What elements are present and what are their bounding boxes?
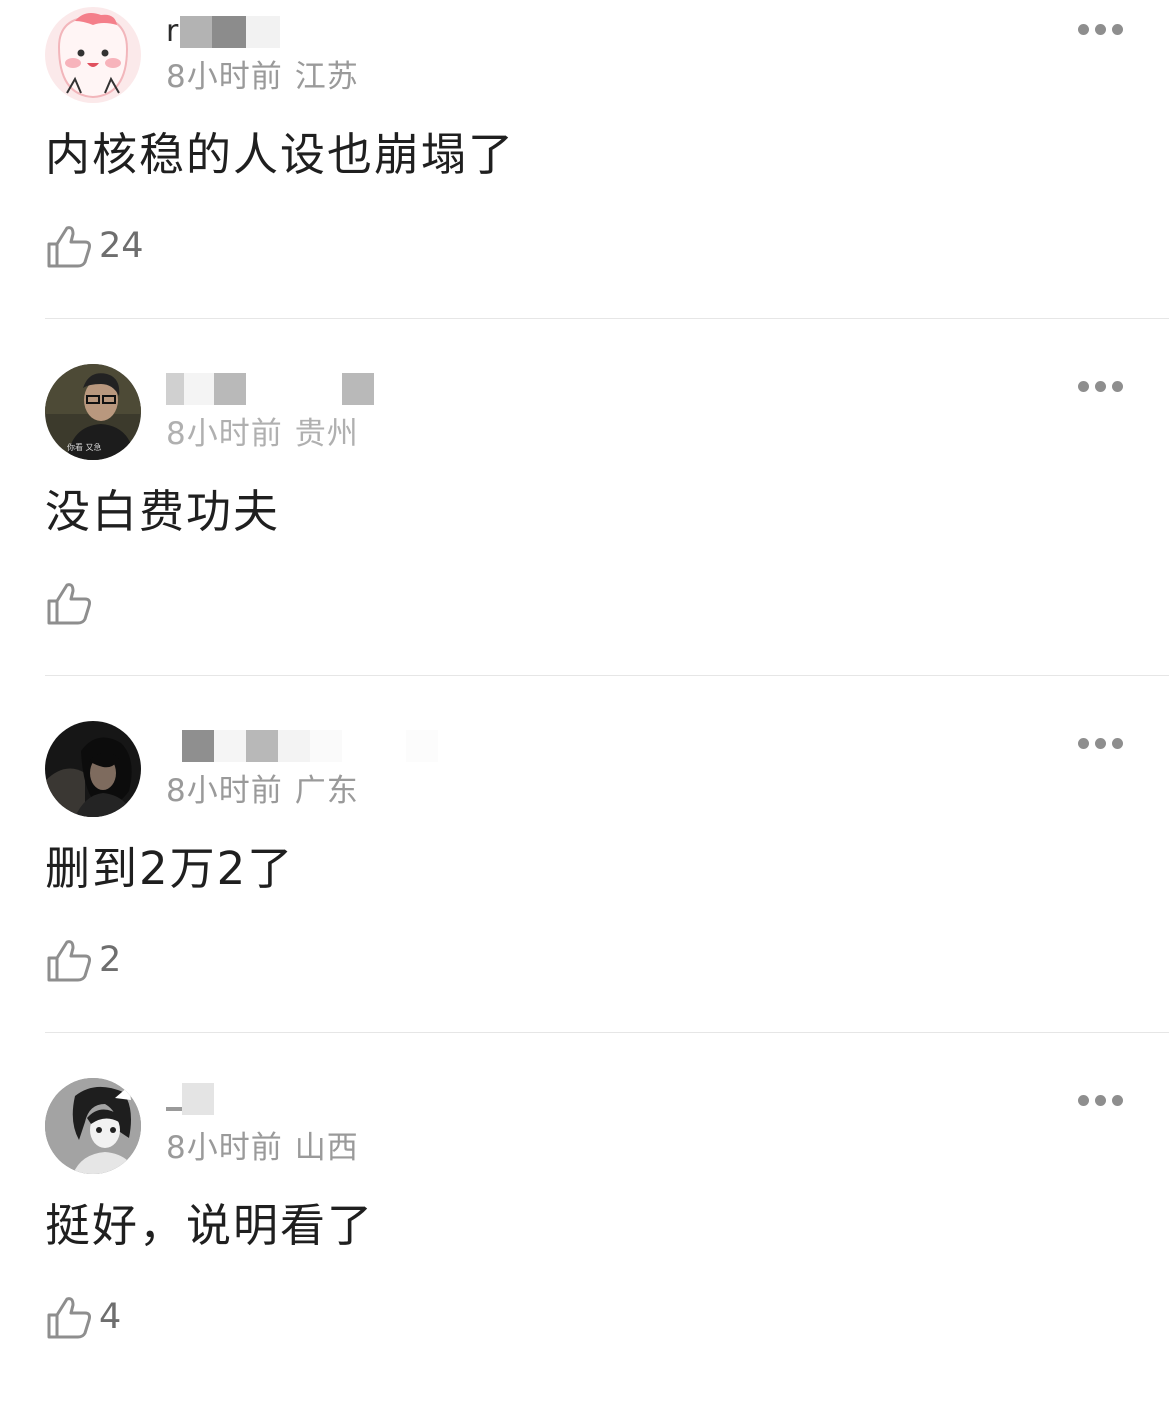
avatar[interactable]	[45, 721, 141, 817]
more-dots-icon[interactable]	[1078, 1092, 1124, 1110]
username-mosaic	[246, 730, 278, 762]
like-count: 4	[99, 1297, 122, 1337]
username-mosaic	[166, 373, 184, 405]
username[interactable]: r	[166, 14, 466, 50]
like-button[interactable]	[45, 578, 99, 628]
like-button[interactable]: 24	[45, 221, 144, 271]
comment-text: 内核稳的人设也崩塌了	[45, 128, 516, 181]
username-mosaic	[166, 1107, 182, 1111]
comment-item: 你看 又急 8小时前 贵州 没白费功夫	[0, 357, 1169, 714]
username-mosaic	[342, 373, 374, 405]
avatar[interactable]	[45, 7, 141, 103]
username-mosaic	[278, 730, 310, 762]
cartoon-pink-avatar-icon	[45, 7, 141, 103]
thumbs-up-icon	[47, 1297, 91, 1339]
avatar[interactable]: 你看 又急	[45, 364, 141, 460]
comment-item: r 8小时前 江苏 内核稳的人设也崩塌了 24	[0, 0, 1169, 357]
comment-location: 广东	[294, 773, 359, 809]
username-mosaic	[182, 1083, 214, 1115]
anime-girl-avatar-icon	[45, 1078, 141, 1174]
comment-text: 没白费功夫	[45, 485, 281, 538]
comment-item: 8小时前 山西 挺好，说明看了 4	[0, 1071, 1169, 1428]
like-count: 2	[99, 940, 122, 980]
username-mosaic	[182, 730, 214, 762]
like-button[interactable]: 2	[45, 935, 121, 985]
avatar[interactable]	[45, 1078, 141, 1174]
username[interactable]	[166, 1083, 466, 1121]
like-count: 24	[99, 226, 144, 266]
username-mosaic	[214, 730, 246, 762]
comment-time: 8小时前	[166, 1130, 283, 1166]
thumbs-up-icon	[47, 226, 91, 268]
comment-location: 江苏	[294, 59, 359, 95]
username-mosaic	[246, 16, 280, 48]
username-mosaic	[184, 373, 214, 405]
comment-time: 8小时前	[166, 59, 283, 95]
username-mosaic	[406, 730, 438, 762]
svg-text:你看 又急: 你看 又急	[67, 442, 102, 452]
comment-meta: 8小时前 贵州	[166, 414, 359, 454]
username[interactable]	[166, 371, 466, 407]
username-visible-text: r	[166, 14, 179, 49]
divider	[45, 675, 1169, 676]
comment-time: 8小时前	[166, 773, 283, 809]
username-mosaic	[214, 373, 246, 405]
more-dots-icon[interactable]	[1078, 378, 1124, 396]
comment-text: 删到2万2了	[45, 842, 295, 895]
like-button[interactable]: 4	[45, 1292, 121, 1342]
username-mosaic	[310, 730, 342, 762]
thumbs-up-icon	[47, 940, 91, 982]
woman-dark-photo-avatar-icon	[45, 721, 141, 817]
comment-meta: 8小时前 江苏	[166, 57, 359, 97]
username[interactable]	[166, 728, 466, 764]
comment-location: 山西	[294, 1130, 359, 1166]
comment-time: 8小时前	[166, 416, 283, 452]
thumbs-up-icon	[47, 583, 91, 625]
username-mosaic	[180, 16, 212, 48]
more-dots-icon[interactable]	[1078, 735, 1124, 753]
comment-meta: 8小时前 广东	[166, 771, 359, 811]
divider	[45, 1032, 1169, 1033]
man-with-glasses-avatar-icon: 你看 又急	[45, 364, 141, 460]
more-dots-icon[interactable]	[1078, 21, 1124, 39]
username-mosaic	[212, 16, 246, 48]
comment-meta: 8小时前 山西	[166, 1128, 359, 1168]
comment-location: 贵州	[294, 416, 359, 452]
comment-list: r 8小时前 江苏 内核稳的人设也崩塌了 24 你看 又急 8小时前 贵州 没白…	[0, 0, 1169, 1382]
comment-text: 挺好，说明看了	[45, 1199, 375, 1252]
divider	[45, 318, 1169, 319]
comment-item: 8小时前 广东 删到2万2了 2	[0, 714, 1169, 1071]
